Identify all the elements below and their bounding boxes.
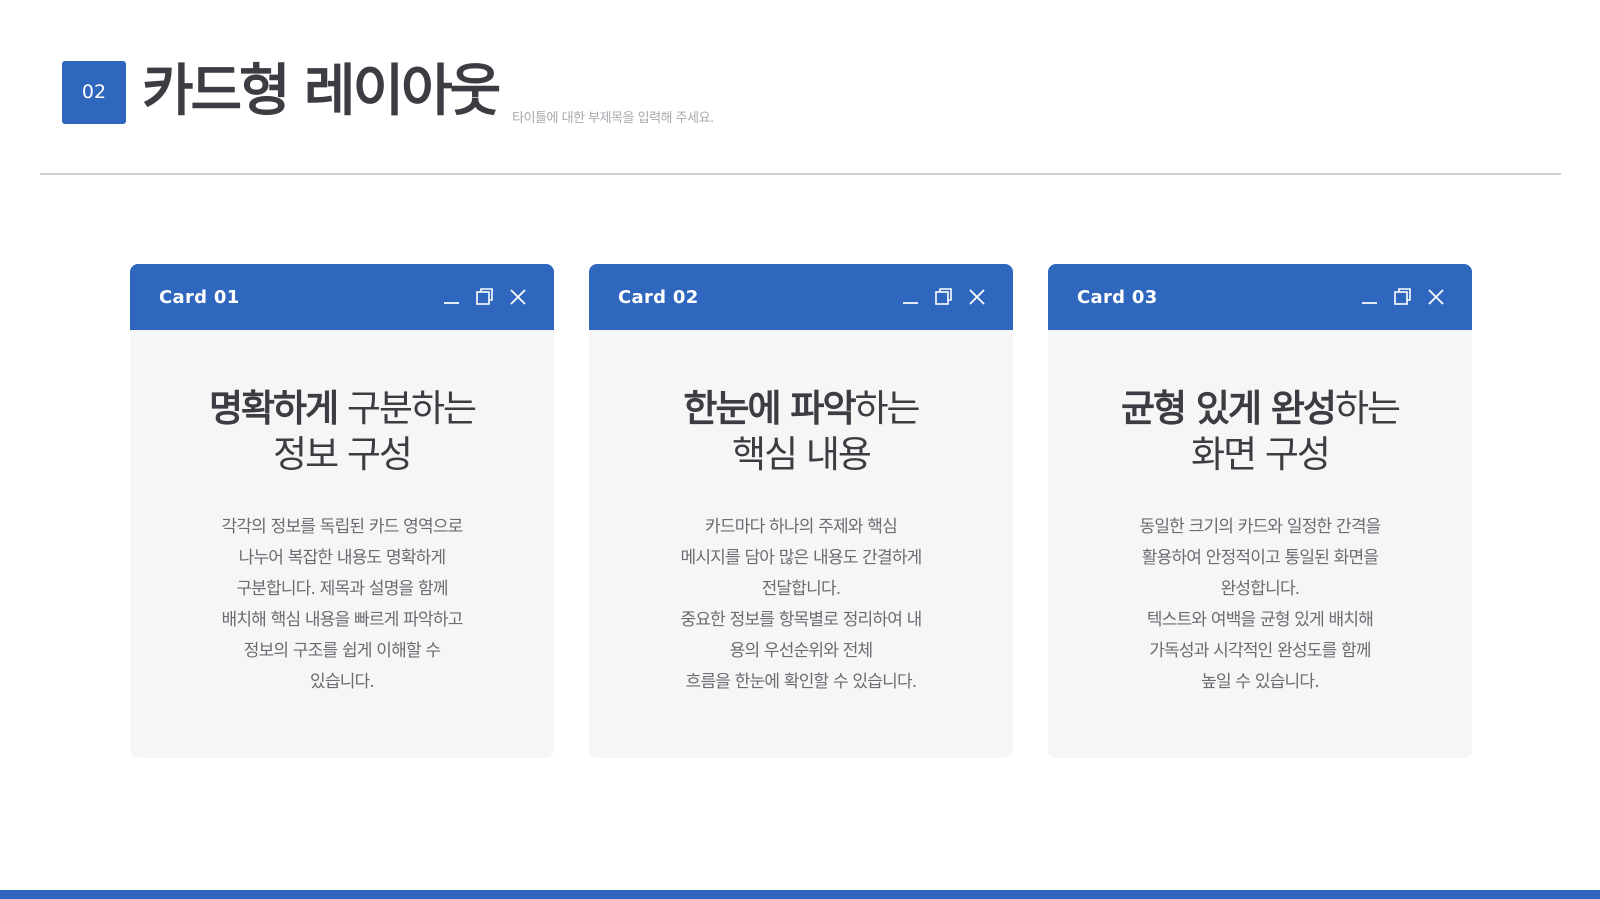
restore-icon[interactable]	[935, 288, 953, 306]
card-body-line: 카드마다 하나의 주제와 핵심	[705, 517, 898, 537]
close-icon[interactable]	[969, 289, 985, 305]
card-body-line: 있습니다.	[310, 672, 375, 692]
card-title-line2: 정보 구성	[273, 433, 413, 476]
card-body-line: 나누어 복잡한 내용도 명확하게	[238, 548, 447, 568]
page-subtitle: 타이틀에 대한 부제목을 입력해 주세요.	[512, 111, 714, 126]
card-body-line: 전달합니다.	[761, 579, 842, 599]
card-body-line: 완성합니다.	[1220, 579, 1301, 599]
card-body: 카드마다 하나의 주제와 핵심 메시지를 담아 많은 내용도 간결하게 전달합니…	[651, 512, 951, 698]
card-body-line: 용의 우선순위와 전체	[729, 641, 874, 661]
card-header: Card 03	[1048, 264, 1472, 330]
minimize-icon[interactable]	[1361, 289, 1378, 306]
section-number-badge: 02	[62, 60, 126, 124]
window-controls	[1361, 288, 1444, 306]
card-title-bold: 한눈에 파악	[683, 387, 856, 430]
card-body-line: 정보의 구조를 쉽게 이해할 수	[243, 641, 441, 661]
page-title: 카드형 레이아웃	[142, 59, 501, 124]
card-body-line: 높일 수 있습니다.	[1201, 672, 1320, 692]
card-body-line: 동일한 크기의 카드와 일정한 간격을	[1139, 517, 1381, 537]
card-title-line2: 핵심 내용	[732, 433, 872, 476]
slide: 02 카드형 레이아웃 타이틀에 대한 부제목을 입력해 주세요. Card 0…	[0, 0, 1600, 899]
close-icon[interactable]	[510, 289, 526, 305]
card-title: 명확하게 구분하는 정보 구성	[130, 386, 554, 478]
card-body-line: 활용하여 안정적이고 통일된 화면을	[1141, 548, 1379, 568]
window-controls	[443, 288, 526, 306]
card-03: Card 03 균형 있게 완성하는 화면 구성 동일한 크기의 카드와 일정한…	[1048, 264, 1472, 758]
card-title-bold: 명확하게	[208, 387, 339, 430]
card-body-line: 중요한 정보를 항목별로 정리하여 내	[680, 610, 922, 630]
card-name: Card 03	[1077, 286, 1158, 308]
minimize-icon[interactable]	[443, 289, 460, 306]
card-body-line: 텍스트와 여백을 균형 있게 배치해	[1146, 610, 1374, 630]
bottom-accent-bar	[0, 890, 1600, 899]
card-02: Card 02 한눈에 파악하는 핵심 내용 카드마다 하나의 주제와 핵심 메…	[589, 264, 1013, 758]
card-title-rest: 하는	[854, 387, 921, 430]
card-header: Card 01	[130, 264, 554, 330]
header-divider	[40, 173, 1561, 175]
card-body: 동일한 크기의 카드와 일정한 간격을 활용하여 안정적이고 통일된 화면을 완…	[1110, 512, 1410, 698]
restore-icon[interactable]	[476, 288, 494, 306]
minimize-icon[interactable]	[902, 289, 919, 306]
header: 02 카드형 레이아웃 타이틀에 대한 부제목을 입력해 주세요.	[62, 52, 714, 132]
restore-icon[interactable]	[1394, 288, 1412, 306]
card-title: 균형 있게 완성하는 화면 구성	[1048, 386, 1472, 478]
card-body-line: 흐름을 한눈에 확인할 수 있습니다.	[685, 672, 918, 692]
card-title-bold: 균형 있게 완성	[1120, 387, 1337, 430]
card-body-line: 각각의 정보를 독립된 카드 영역으로	[221, 517, 463, 537]
card-body-line: 메시지를 담아 많은 내용도 간결하게	[680, 548, 922, 568]
window-controls	[902, 288, 985, 306]
card-01: Card 01 명확하게 구분하는 정보 구성 각각의 정보를 독립된 카드 영…	[130, 264, 554, 758]
close-icon[interactable]	[1428, 289, 1444, 305]
card-body: 각각의 정보를 독립된 카드 영역으로 나누어 복잡한 내용도 명확하게 구분합…	[192, 512, 492, 698]
card-title-rest: 구분하는	[337, 387, 477, 430]
card-header: Card 02	[589, 264, 1013, 330]
card-title-rest: 하는	[1334, 387, 1401, 430]
card-title: 한눈에 파악하는 핵심 내용	[589, 386, 1013, 478]
card-body-line: 가독성과 시각적인 완성도를 함께	[1149, 641, 1371, 661]
card-body-line: 구분합니다. 제목과 설명을 함께	[236, 579, 448, 599]
card-body-line: 배치해 핵심 내용을 빠르게 파악하고	[221, 610, 463, 630]
card-name: Card 02	[618, 286, 699, 308]
card-title-line2: 화면 구성	[1191, 433, 1331, 476]
card-name: Card 01	[159, 286, 240, 308]
